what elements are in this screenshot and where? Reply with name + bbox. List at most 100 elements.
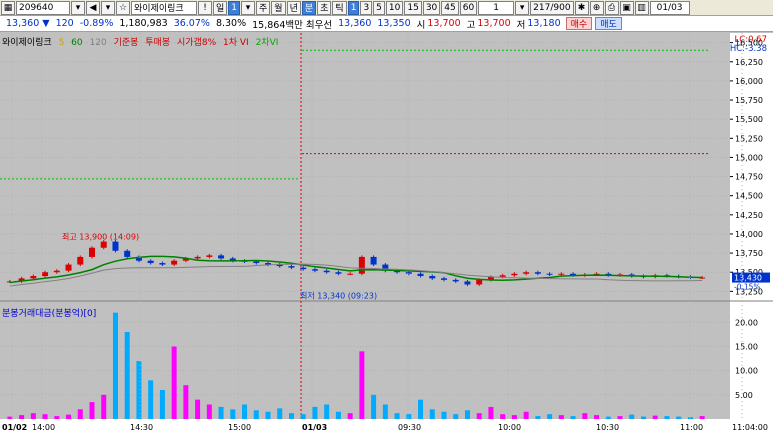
period-count[interactable]: 1 [228,0,241,15]
minute-3-button[interactable]: 3 [360,0,373,15]
minute-45-button[interactable]: 45 [441,0,459,15]
sound-icon[interactable]: ◀ [86,0,100,15]
volume-bar [277,408,283,419]
candle-body [194,256,201,259]
candle-body [523,272,530,274]
volume-bar [382,404,388,419]
dropdown-chevron-icon[interactable]: ▾ [241,0,256,15]
volume-bar [523,411,529,419]
candle-body [417,273,424,277]
favorite-icon[interactable]: ☆ [116,0,130,15]
volume-bar [136,361,142,419]
print-icon[interactable]: ⎙ [604,0,619,15]
chart-legend: 와이제이링크 5 60 120 기준봉 투매봉 시가갭8% 1차 VI 2차VI [2,35,282,48]
dropdown-chevron-icon[interactable]: ▾ [71,0,85,15]
volume-bar [371,394,377,419]
volume-bar [230,409,236,419]
candle-body [476,279,483,285]
minute-15-button[interactable]: 15 [404,0,422,15]
volume-tick-label: 15.00 [735,343,758,352]
stock-name-field[interactable]: 와이제이링크 [131,0,197,15]
period-month[interactable]: 월 [271,0,286,15]
volume-bar [171,346,177,419]
legend-kijun: 기준봉 [113,38,139,48]
minute-1-button[interactable]: 1 [347,0,360,15]
period-year[interactable]: 년 [286,0,301,15]
volume-bar [582,413,588,419]
legend-ma60: 60 [71,38,83,48]
volume-bar [605,416,611,419]
save-icon[interactable]: ▣ [619,0,634,15]
best-ask: 13,360 [338,18,372,29]
x-axis-panel [0,419,773,434]
candle-body [89,247,95,257]
candle-body [147,260,154,264]
sell-button[interactable]: 매도 [595,17,622,30]
open-price: 13,700 [427,18,461,29]
x-tick-label: 10:30 [596,423,619,432]
high-label: 고 [466,19,476,31]
volume-bar [253,410,259,419]
date-input[interactable]: 01/03 [649,0,690,15]
best-bid: 13,350 [377,18,411,29]
volume-bar [699,416,705,419]
dropdown-chevron-icon[interactable]: ▾ [101,0,115,15]
volume-bar [429,409,435,419]
price-tick-label: 15,250 [735,134,763,143]
candle-body [30,276,37,279]
candle-body [358,256,365,274]
volume-bar [652,415,658,419]
minute-30-button[interactable]: 30 [422,0,441,15]
volume-bar [594,415,600,419]
x-tick-label: 01/03 [302,423,327,432]
current-price-label: 13,430 [734,274,762,283]
volume-bar [359,351,365,419]
volume-tick-label: 20.00 [735,318,758,327]
period-minute[interactable]: 분 [301,0,317,15]
count-input[interactable]: 1 [478,0,515,15]
volume-tick-label: 10.00 [735,367,758,376]
settings-icon[interactable]: ✱ [574,0,589,15]
volume-bar [148,380,154,419]
price-chart[interactable]: 16,50016,25016,00015,75015,50015,25015,0… [0,33,773,434]
period-week[interactable]: 주 [256,0,271,15]
price-tick-label: 13,750 [735,249,763,258]
candle-body [311,269,318,271]
volume-bar [547,414,553,419]
calendar-icon[interactable]: ▥ [634,0,649,15]
volume-tick-label: 5.00 [735,391,753,400]
candle-body [370,256,377,265]
stock-search-icon[interactable]: ▦ [1,0,15,15]
legend-vi2: 2차VI [255,38,279,48]
volume-bar [453,414,459,419]
period-tick[interactable]: 틱 [332,0,347,15]
minute-10-button[interactable]: 10 [385,0,404,15]
candle-body [464,281,471,285]
period-day[interactable]: 일 [213,0,228,15]
stock-code-input[interactable]: 209640 [16,0,70,15]
candle-body [218,255,225,259]
candle-body [206,255,213,257]
minute-60-button[interactable]: 60 [459,0,478,15]
volume-bar [476,413,482,419]
volume-bar [218,406,224,419]
x-tick-label: 10:00 [498,423,521,432]
high-annotation: 최고 13,900 (14:09) [62,232,139,242]
volume-bar [77,409,83,419]
period-second[interactable]: 초 [317,0,332,15]
dropdown-chevron-icon[interactable]: ▾ [515,0,530,15]
volume-bar [441,411,447,419]
volume-bar [124,332,130,419]
price-tick-label: 16,250 [735,58,763,67]
x-tick-label: 11:00 [680,423,703,432]
legend-ma5: 5 [58,38,65,48]
minute-5-button[interactable]: 5 [373,0,385,15]
legend-toomae: 투매봉 [145,38,171,48]
zoom-icon[interactable]: ⊕ [589,0,604,15]
volume-bar [664,416,670,419]
buy-button[interactable]: 매수 [565,17,593,30]
candle-body [511,273,518,276]
candle-body [558,273,565,275]
alert-icon[interactable]: ! [198,0,212,15]
volume-bar [30,413,36,419]
